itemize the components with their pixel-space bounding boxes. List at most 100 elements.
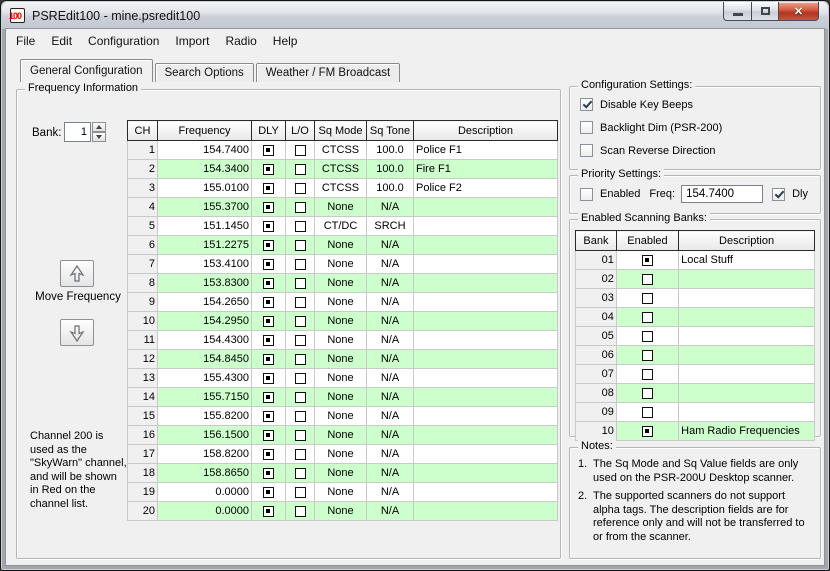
dly-checkbox-cell[interactable] — [252, 445, 286, 464]
description-cell[interactable] — [414, 502, 558, 521]
sq-mode-cell[interactable]: CT/DC — [315, 217, 367, 236]
sq-mode-cell[interactable]: None — [315, 293, 367, 312]
bank-enabled-checkbox[interactable] — [642, 407, 653, 418]
frequency-cell[interactable]: 154.2950 — [158, 312, 252, 331]
disable-key-beeps-checkbox[interactable] — [580, 98, 593, 111]
ch-cell[interactable]: 9 — [128, 293, 158, 312]
bank-number-cell[interactable]: 08 — [576, 384, 617, 403]
bank-number-cell[interactable]: 02 — [576, 270, 617, 289]
sq-tone-cell[interactable]: SRCH — [367, 217, 414, 236]
lo-checkbox[interactable] — [295, 354, 306, 365]
dly-checkbox-cell[interactable] — [252, 388, 286, 407]
description-cell[interactable]: Police F1 — [414, 141, 558, 160]
lo-checkbox[interactable] — [295, 468, 306, 479]
lo-checkbox-cell[interactable] — [286, 160, 315, 179]
dly-checkbox[interactable] — [263, 278, 274, 289]
bank-number-cell[interactable]: 06 — [576, 346, 617, 365]
bank-enabled-checkbox[interactable] — [642, 426, 653, 437]
sq-tone-cell[interactable]: N/A — [367, 255, 414, 274]
option-scan-reverse[interactable]: Scan Reverse Direction — [580, 144, 716, 157]
dly-checkbox-cell[interactable] — [252, 236, 286, 255]
backlight-dim-checkbox[interactable] — [580, 121, 593, 134]
bank-enabled-checkbox[interactable] — [642, 331, 653, 342]
frequency-cell[interactable]: 155.4300 — [158, 369, 252, 388]
dly-checkbox[interactable] — [263, 392, 274, 403]
dly-checkbox-cell[interactable] — [252, 179, 286, 198]
bank-enabled-checkbox-cell[interactable] — [616, 251, 678, 270]
ch-cell[interactable]: 18 — [128, 464, 158, 483]
lo-checkbox[interactable] — [295, 297, 306, 308]
sq-mode-cell[interactable]: None — [315, 426, 367, 445]
sq-tone-cell[interactable]: N/A — [367, 312, 414, 331]
frequency-cell[interactable]: 154.7400 — [158, 141, 252, 160]
ch-cell[interactable]: 17 — [128, 445, 158, 464]
frequency-cell[interactable]: 0.0000 — [158, 483, 252, 502]
dly-checkbox-cell[interactable] — [252, 274, 286, 293]
sq-tone-cell[interactable]: N/A — [367, 502, 414, 521]
dly-checkbox-cell[interactable] — [252, 407, 286, 426]
sq-mode-cell[interactable]: None — [315, 236, 367, 255]
ch-cell[interactable]: 12 — [128, 350, 158, 369]
sq-tone-cell[interactable]: N/A — [367, 350, 414, 369]
scan-reverse-checkbox[interactable] — [580, 144, 593, 157]
bank-number-cell[interactable]: 10 — [576, 422, 617, 441]
sq-mode-cell[interactable]: None — [315, 274, 367, 293]
ch-cell[interactable]: 3 — [128, 179, 158, 198]
bank-number-cell[interactable]: 09 — [576, 403, 617, 422]
dly-checkbox-cell[interactable] — [252, 160, 286, 179]
lo-checkbox[interactable] — [295, 183, 306, 194]
ch-cell[interactable]: 5 — [128, 217, 158, 236]
lo-checkbox[interactable] — [295, 335, 306, 346]
ch-cell[interactable]: 11 — [128, 331, 158, 350]
bank-spin-up-button[interactable] — [92, 122, 106, 132]
menu-help[interactable]: Help — [265, 31, 306, 51]
description-cell[interactable] — [414, 426, 558, 445]
description-cell[interactable] — [414, 445, 558, 464]
ch-cell[interactable]: 4 — [128, 198, 158, 217]
bank-enabled-checkbox-cell[interactable] — [616, 346, 678, 365]
description-cell[interactable] — [414, 350, 558, 369]
sq-mode-cell[interactable]: CTCSS — [315, 160, 367, 179]
lo-checkbox[interactable] — [295, 373, 306, 384]
dly-checkbox[interactable] — [263, 411, 274, 422]
lo-checkbox-cell[interactable] — [286, 198, 315, 217]
bank-number-cell[interactable]: 04 — [576, 308, 617, 327]
frequency-cell[interactable]: 155.3700 — [158, 198, 252, 217]
ch-cell[interactable]: 14 — [128, 388, 158, 407]
bank-enabled-checkbox[interactable] — [642, 369, 653, 380]
lo-checkbox-cell[interactable] — [286, 217, 315, 236]
ch-cell[interactable]: 6 — [128, 236, 158, 255]
dly-checkbox[interactable] — [263, 240, 274, 251]
sq-mode-cell[interactable]: None — [315, 502, 367, 521]
bank-description-cell[interactable] — [679, 327, 815, 346]
frequency-cell[interactable]: 154.8450 — [158, 350, 252, 369]
frequency-cell[interactable]: 155.0100 — [158, 179, 252, 198]
lo-checkbox[interactable] — [295, 259, 306, 270]
ch-cell[interactable]: 20 — [128, 502, 158, 521]
bank-enabled-checkbox[interactable] — [642, 274, 653, 285]
lo-checkbox[interactable] — [295, 449, 306, 460]
bank-description-cell[interactable]: Ham Radio Frequencies — [679, 422, 815, 441]
sq-mode-cell[interactable]: None — [315, 198, 367, 217]
lo-checkbox-cell[interactable] — [286, 274, 315, 293]
sq-mode-cell[interactable]: None — [315, 445, 367, 464]
description-cell[interactable] — [414, 483, 558, 502]
lo-checkbox-cell[interactable] — [286, 483, 315, 502]
lo-checkbox[interactable] — [295, 487, 306, 498]
lo-checkbox[interactable] — [295, 430, 306, 441]
bank-input[interactable] — [64, 122, 91, 142]
bank-enabled-checkbox[interactable] — [642, 255, 653, 266]
dly-checkbox[interactable] — [263, 145, 274, 156]
bank-description-cell[interactable] — [679, 365, 815, 384]
frequency-cell[interactable]: 158.8200 — [158, 445, 252, 464]
sq-mode-cell[interactable]: None — [315, 350, 367, 369]
lo-checkbox[interactable] — [295, 411, 306, 422]
tab-weather-fm-broadcast[interactable]: Weather / FM Broadcast — [256, 63, 400, 82]
menu-configuration[interactable]: Configuration — [80, 31, 167, 51]
description-cell[interactable] — [414, 388, 558, 407]
dly-checkbox-cell[interactable] — [252, 464, 286, 483]
bank-description-cell[interactable] — [679, 270, 815, 289]
ch-cell[interactable]: 1 — [128, 141, 158, 160]
lo-checkbox-cell[interactable] — [286, 388, 315, 407]
lo-checkbox-cell[interactable] — [286, 236, 315, 255]
